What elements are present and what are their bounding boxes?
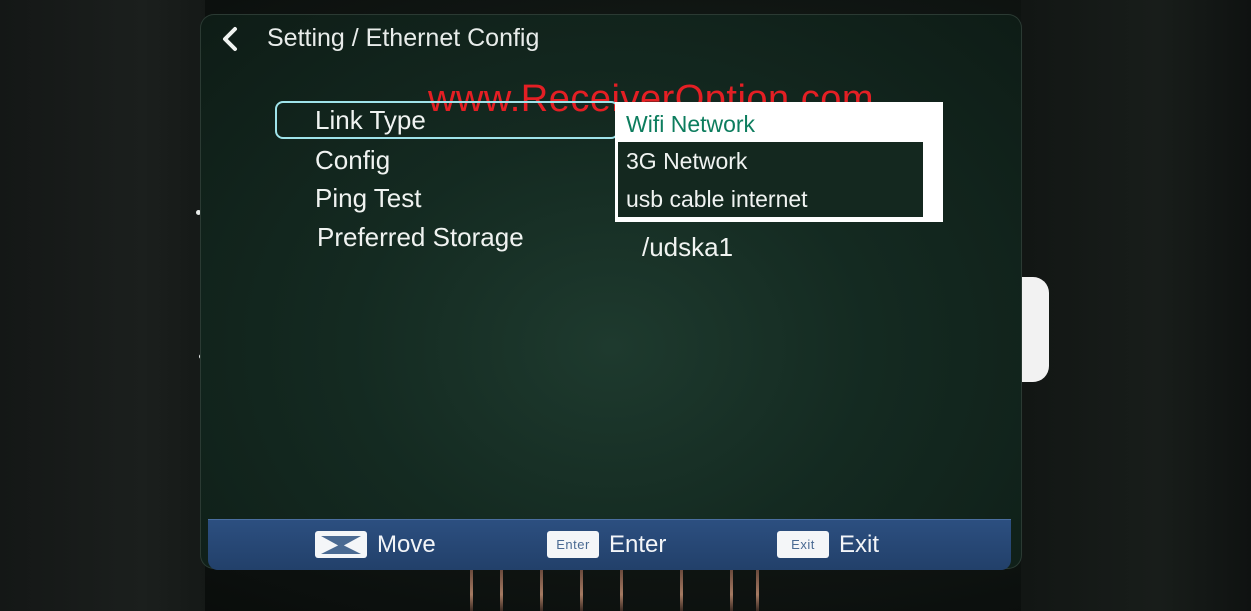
dropdown-option-wifi[interactable]: Wifi Network xyxy=(626,111,755,138)
menu-item-label: Ping Test xyxy=(315,183,422,213)
enter-key-icon: Enter xyxy=(547,531,599,558)
menu-item-link-type[interactable]: Link Type xyxy=(275,101,619,139)
reflection-light xyxy=(500,570,503,611)
header: Setting / Ethernet Config xyxy=(200,14,1022,64)
dropdown-option-3g[interactable]: 3G Network xyxy=(626,148,747,175)
link-type-dropdown[interactable]: Wifi Network 3G Network usb cable intern… xyxy=(615,102,943,222)
dropdown-options-list: 3G Network usb cable internet xyxy=(618,142,923,217)
reflection-light xyxy=(580,570,583,611)
menu-item-label: Link Type xyxy=(315,105,426,135)
menu-item-preferred-storage[interactable]: Preferred Storage xyxy=(275,218,595,256)
hint-exit-label: Exit xyxy=(839,531,880,558)
reflection-light xyxy=(470,570,473,611)
hint-move-label: Move xyxy=(377,531,436,558)
exit-key-text: Exit xyxy=(791,537,815,552)
move-key-icon xyxy=(315,531,367,558)
menu-item-ping-test[interactable]: Ping Test xyxy=(275,179,595,217)
footer-hint-bar: Move Enter Enter Exit Exit xyxy=(208,519,1011,570)
tv-bezel-right xyxy=(1021,0,1251,611)
page-title: Setting / Ethernet Config xyxy=(267,24,540,52)
hint-enter-label: Enter xyxy=(609,531,667,558)
reflection-light xyxy=(620,570,623,611)
reflection-light xyxy=(756,570,759,611)
exit-key-icon: Exit xyxy=(777,531,829,558)
reflection-light xyxy=(730,570,733,611)
tv-bezel-left xyxy=(0,0,205,611)
reflection-light xyxy=(540,570,543,611)
menu-item-label: Config xyxy=(315,145,391,175)
tv-screen: Setting / Ethernet Config www.ReceiverOp… xyxy=(200,14,1022,570)
enter-key-text: Enter xyxy=(556,537,590,552)
reflection-lights xyxy=(440,570,780,611)
preferred-storage-value: /udska1 xyxy=(642,232,734,262)
menu-item-config[interactable]: Config xyxy=(275,141,595,179)
reflection-light xyxy=(680,570,683,611)
dropdown-option-usb[interactable]: usb cable internet xyxy=(626,186,808,213)
menu-item-label: Preferred Storage xyxy=(317,222,524,252)
chevron-left-icon[interactable] xyxy=(218,26,244,52)
